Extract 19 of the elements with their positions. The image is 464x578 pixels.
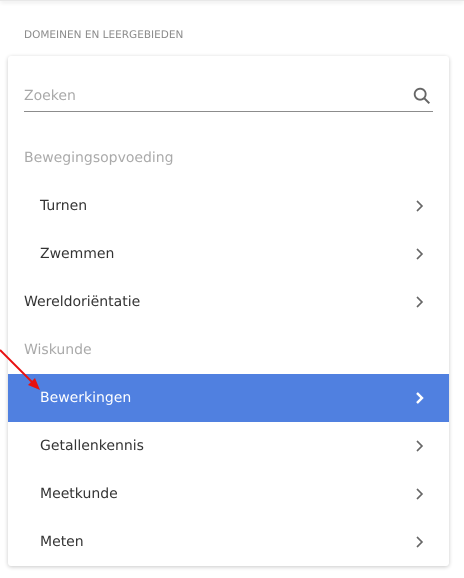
- group-label: Bewegingsopvoeding: [23, 149, 175, 168]
- chevron-right-icon: [415, 391, 425, 405]
- search-icon[interactable]: [411, 85, 433, 107]
- tree-item[interactable]: Bewerkingen: [8, 374, 449, 422]
- chevron-right-icon: [415, 199, 425, 213]
- search-field[interactable]: Zoeken: [24, 80, 433, 112]
- section-heading: DOMEINEN EN LEERGEBIEDEN: [24, 28, 184, 42]
- chevron-right-icon: [415, 295, 425, 309]
- chevron-right-icon: [415, 247, 425, 261]
- tree-item[interactable]: Zwemmen: [8, 230, 449, 278]
- tree-item[interactable]: Meetkunde: [8, 470, 449, 518]
- chevron-right-icon: [415, 535, 425, 549]
- tree-item[interactable]: Getallenkennis: [8, 422, 449, 470]
- tree-item[interactable]: Meten: [8, 518, 449, 566]
- group-label: Wiskunde: [23, 341, 93, 360]
- chevron-right-icon: [415, 439, 425, 453]
- tree-item[interactable]: Turnen: [8, 182, 449, 230]
- tree-item[interactable]: Wereldoriëntatie: [8, 278, 449, 326]
- chevron-right-icon: [415, 487, 425, 501]
